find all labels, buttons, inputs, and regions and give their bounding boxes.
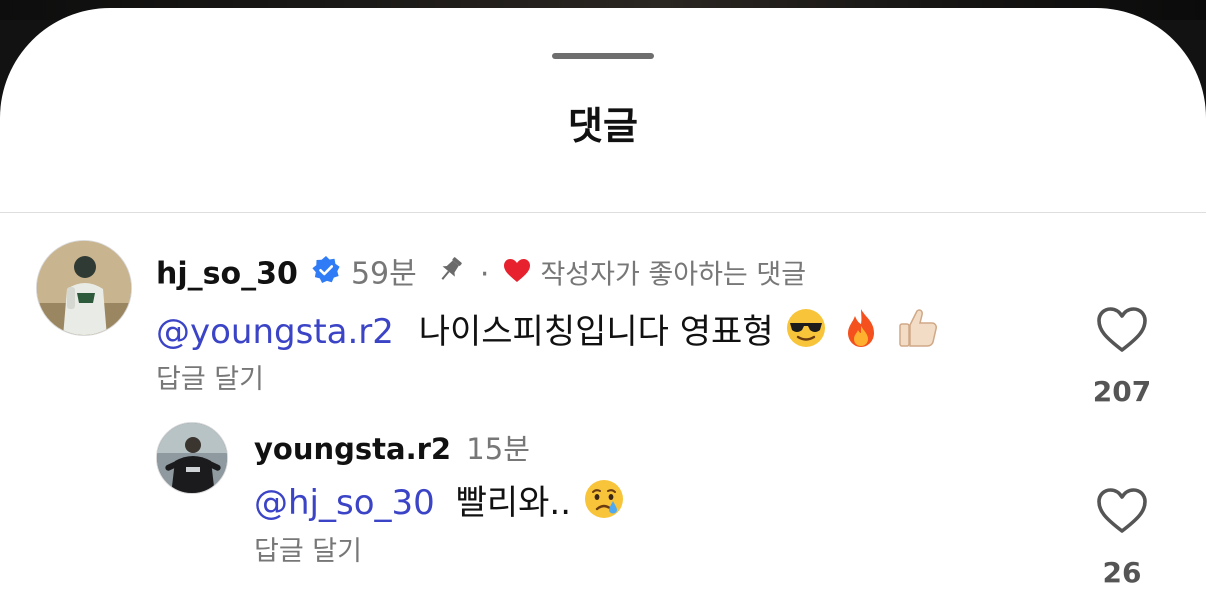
creator-liked-heart-icon <box>503 256 531 294</box>
comment-username[interactable]: youngsta.r2 <box>254 432 451 466</box>
comment-username[interactable]: hj_so_30 <box>156 257 298 292</box>
comment-header: hj_so_30 59분 · 작성자가 좋아하는 댓글 <box>156 254 806 296</box>
verified-badge-icon <box>311 255 341 295</box>
reply-header: youngsta.r2 15분 <box>254 430 530 468</box>
avatar-photo-icon <box>37 241 131 335</box>
like-count: 207 <box>1092 375 1152 408</box>
comment-mention[interactable]: @youngsta.r2 <box>156 312 394 352</box>
like-count: 26 <box>1102 556 1142 589</box>
reply-button[interactable]: 답글 달기 <box>254 534 362 570</box>
fire-icon <box>839 306 883 361</box>
comment-text: 빨리와.. <box>455 483 572 523</box>
avatar-photo-icon <box>157 423 227 493</box>
like-heart-icon[interactable] <box>1096 487 1148 535</box>
pin-icon <box>434 254 466 296</box>
avatar[interactable] <box>156 422 228 494</box>
crying-face-icon <box>582 477 626 532</box>
comment-text: 나이스피칭입니다 영표형 <box>418 312 774 352</box>
comment-mention[interactable]: @hj_so_30 <box>254 483 435 523</box>
sheet-title: 댓글 <box>568 104 638 148</box>
comment-time: 15분 <box>466 432 530 466</box>
like-heart-icon[interactable] <box>1096 306 1148 354</box>
avatar[interactable] <box>36 240 132 336</box>
meta-separator: · <box>479 256 490 292</box>
creator-liked-label: 작성자가 좋아하는 댓글 <box>540 259 807 291</box>
header-divider <box>0 212 1206 213</box>
comment-time: 59분 <box>350 256 417 292</box>
sheet-drag-handle[interactable] <box>552 53 654 59</box>
smiling-face-with-sunglasses-icon <box>784 306 828 361</box>
reply-button[interactable]: 답글 달기 <box>156 362 264 398</box>
comment-body: @youngsta.r2 나이스피칭입니다 영표형 <box>156 306 940 361</box>
thumbs-up-light-skin-icon <box>894 306 940 361</box>
reply-body: @hj_so_30 빨리와.. <box>254 477 626 532</box>
